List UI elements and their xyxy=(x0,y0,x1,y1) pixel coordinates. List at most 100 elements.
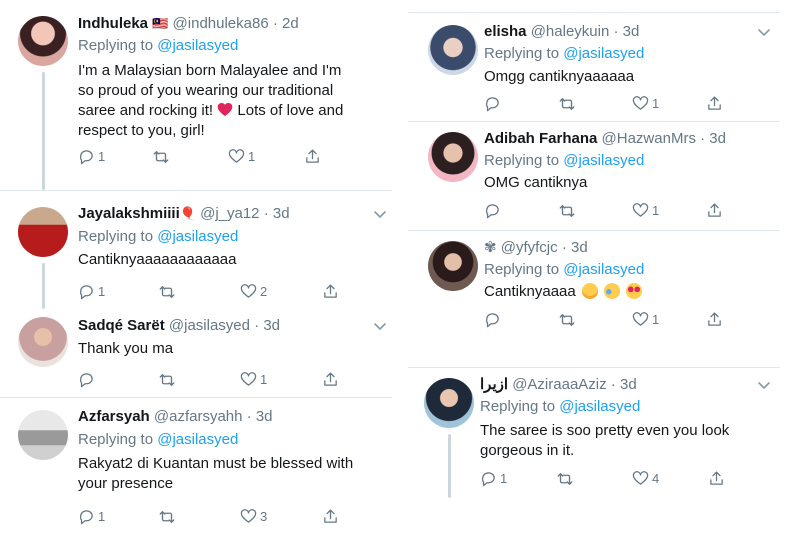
share-icon xyxy=(322,371,339,388)
tweet-sadqe-saret[interactable]: Sadqé Sarët @jasilasyed · 3d Thank you m… xyxy=(0,309,392,395)
retweet-button[interactable] xyxy=(558,202,576,220)
chevron-down-icon[interactable] xyxy=(374,211,386,219)
user-handle[interactable]: @indhuleka86 xyxy=(173,15,269,32)
reply-button[interactable] xyxy=(484,202,501,219)
reply-mention-link[interactable]: @jasilasyed xyxy=(157,431,238,448)
reply-icon xyxy=(78,508,95,525)
avatar[interactable] xyxy=(428,132,478,182)
like-button[interactable]: 3 xyxy=(240,508,267,525)
display-name[interactable]: elisha xyxy=(484,23,527,40)
share-button[interactable] xyxy=(322,371,339,388)
reply-mention-link[interactable]: @jasilasyed xyxy=(559,398,640,415)
share-button[interactable] xyxy=(322,508,339,525)
reply-button[interactable]: 1 xyxy=(480,470,507,487)
reply-button[interactable]: 1 xyxy=(78,148,105,165)
share-icon xyxy=(706,311,723,328)
like-button[interactable]: 1 xyxy=(240,371,267,388)
like-button[interactable]: 1 xyxy=(632,311,659,328)
display-name[interactable]: ازيرا xyxy=(480,376,508,393)
tweet-azfarsyah[interactable]: Azfarsyah @azfarsyahh · 3d Replying to @… xyxy=(0,398,392,540)
like-button[interactable]: 2 xyxy=(240,283,267,300)
replying-to-label: Replying to xyxy=(78,431,154,448)
retweet-button[interactable] xyxy=(152,148,170,166)
user-handle[interactable]: @HazwanMrs xyxy=(602,130,696,147)
retweet-button[interactable] xyxy=(556,470,574,488)
tweet-elisha[interactable]: elisha @haleykuin · 3d Replying to @jasi… xyxy=(408,13,780,121)
tweet-adibah-farhana[interactable]: Adibah Farhana @HazwanMrs · 3d Replying … xyxy=(408,122,780,230)
reply-mention-link[interactable]: @jasilasyed xyxy=(157,228,238,245)
share-button[interactable] xyxy=(304,148,321,165)
like-icon xyxy=(632,202,649,219)
heart-eyes-emoji-icon xyxy=(626,283,643,299)
user-handle[interactable]: @yfyfcjc xyxy=(501,239,558,256)
timestamp[interactable]: 3d xyxy=(263,317,280,334)
thread-line xyxy=(42,72,45,190)
user-handle[interactable]: @j_ya12 xyxy=(200,205,259,222)
replying-to-label: Replying to xyxy=(78,37,154,54)
timestamp[interactable]: 3d xyxy=(623,23,640,40)
share-button[interactable] xyxy=(706,95,723,112)
reply-button[interactable]: 1 xyxy=(78,283,105,300)
chevron-down-icon[interactable] xyxy=(758,382,770,390)
avatar[interactable] xyxy=(18,16,68,66)
timestamp[interactable]: 2d xyxy=(282,15,299,32)
reply-icon xyxy=(480,470,497,487)
avatar[interactable] xyxy=(18,410,68,460)
display-name[interactable]: ✾ xyxy=(484,239,497,256)
share-button[interactable] xyxy=(706,311,723,328)
reply-mention-link[interactable]: @jasilasyed xyxy=(157,37,238,54)
share-button[interactable] xyxy=(706,202,723,219)
chevron-down-icon[interactable] xyxy=(758,29,770,37)
user-handle[interactable]: @azfarsyahh xyxy=(154,408,243,425)
retweet-icon xyxy=(558,95,576,113)
reply-icon xyxy=(484,95,501,112)
reply-button[interactable]: 1 xyxy=(78,508,105,525)
tweet-azira[interactable]: ازيرا @AziraaaAziz · 3d Replying to @jas… xyxy=(408,368,780,498)
left-conversation-column: Indhuleka 🇲🇾 @indhuleka86 · 2d Replying … xyxy=(0,0,392,540)
like-button[interactable]: 1 xyxy=(632,95,659,112)
avatar[interactable] xyxy=(18,317,68,367)
timestamp[interactable]: 3d xyxy=(571,239,588,256)
tweet-jayalakshmiiii[interactable]: Jayalakshmiiii🎈 @j_ya12 · 3d Replying to… xyxy=(0,191,392,309)
avatar[interactable] xyxy=(428,241,478,291)
display-name[interactable]: Jayalakshmiiii xyxy=(78,205,180,222)
timestamp[interactable]: 3d xyxy=(273,205,290,222)
share-button[interactable] xyxy=(708,470,725,487)
reply-mention-link[interactable]: @jasilasyed xyxy=(563,45,644,62)
display-name[interactable]: Azfarsyah xyxy=(78,408,150,425)
tweet-indhuleka[interactable]: Indhuleka 🇲🇾 @indhuleka86 · 2d Replying … xyxy=(0,0,392,190)
reply-button[interactable] xyxy=(484,95,501,112)
avatar[interactable] xyxy=(18,207,68,257)
user-handle[interactable]: @jasilasyed xyxy=(169,317,250,334)
reply-button[interactable] xyxy=(78,371,95,388)
retweet-button[interactable] xyxy=(158,283,176,301)
retweet-button[interactable] xyxy=(158,371,176,389)
reply-button[interactable] xyxy=(484,311,501,328)
retweet-button[interactable] xyxy=(558,311,576,329)
reply-mention-link[interactable]: @jasilasyed xyxy=(563,152,644,169)
thread-line xyxy=(42,263,45,309)
timestamp[interactable]: 3d xyxy=(709,130,726,147)
timestamp[interactable]: 3d xyxy=(620,376,637,393)
avatar[interactable] xyxy=(424,378,474,428)
tweet-text: Cantiknyaaaaaaaaaaaa xyxy=(78,251,237,268)
timestamp[interactable]: 3d xyxy=(256,408,273,425)
tweet-yfyfcjc[interactable]: ✾ @yfyfcjc · 3d Replying to @jasilasyed … xyxy=(408,231,780,341)
chevron-down-icon[interactable] xyxy=(374,323,386,331)
retweet-icon xyxy=(152,148,170,166)
like-button[interactable]: 1 xyxy=(228,148,255,165)
retweet-button[interactable] xyxy=(558,95,576,113)
display-name[interactable]: Sadqé Sarët xyxy=(78,317,165,334)
tweet-actions: 1 4 xyxy=(480,470,730,490)
retweet-button[interactable] xyxy=(158,508,176,526)
reply-icon xyxy=(78,283,95,300)
display-name[interactable]: Indhuleka xyxy=(78,15,148,32)
avatar[interactable] xyxy=(428,25,478,75)
display-name[interactable]: Adibah Farhana xyxy=(484,130,597,147)
user-handle[interactable]: @haleykuin xyxy=(531,23,610,40)
reply-mention-link[interactable]: @jasilasyed xyxy=(563,261,644,278)
like-button[interactable]: 4 xyxy=(632,470,659,487)
like-button[interactable]: 1 xyxy=(632,202,659,219)
share-button[interactable] xyxy=(322,283,339,300)
user-handle[interactable]: @AziraaaAziz xyxy=(512,376,606,393)
